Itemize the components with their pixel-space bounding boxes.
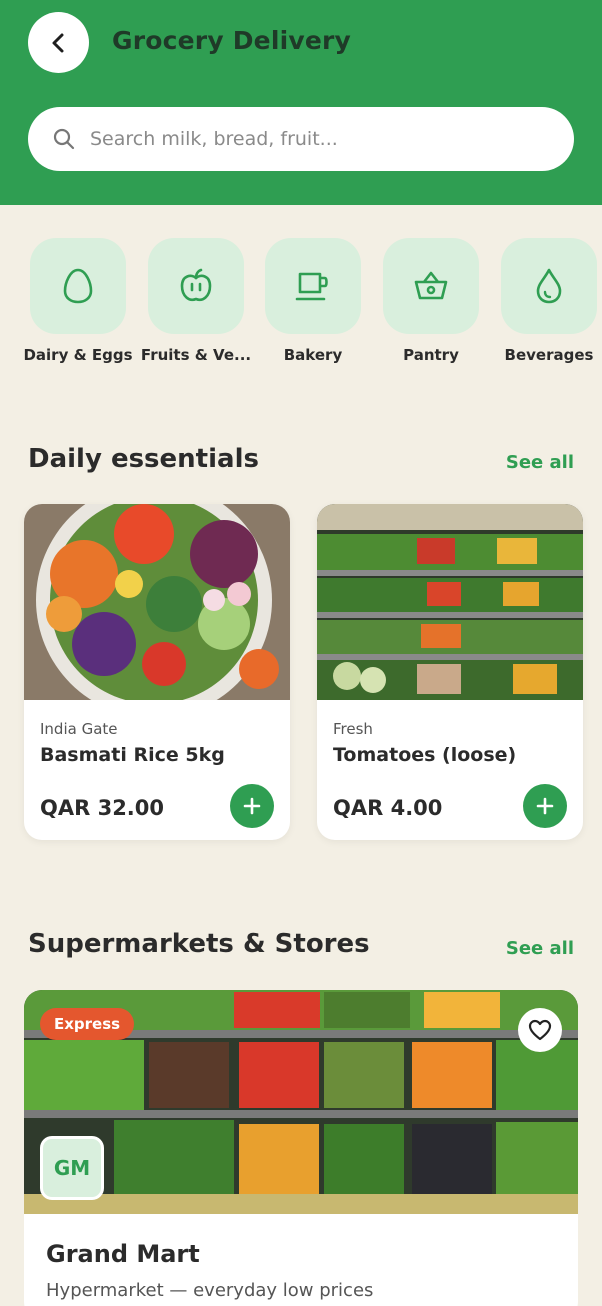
category-tile[interactable] [501,238,597,334]
product-image-salad [24,504,290,700]
search-icon [53,128,75,150]
category-tile[interactable] [148,238,244,334]
page-title: Grocery Delivery [112,26,352,55]
product-name: Basmati Rice 5kg [40,744,225,766]
stores-see-all-link[interactable]: See all [506,938,574,959]
product-price: QAR 4.00 [333,796,443,820]
category-list: Dairy & Eggs Fruits & Ve... Bakery Pantr… [0,238,602,378]
category-tile[interactable] [265,238,361,334]
product-brand: Fresh [333,720,373,738]
chevron-left-icon [52,33,63,52]
category-dairy-eggs[interactable]: Dairy & Eggs [18,238,138,364]
category-bakery[interactable]: Bakery [253,238,373,364]
back-button[interactable] [28,12,89,73]
store-description: Hypermarket — everyday low prices [46,1280,374,1301]
add-to-cart-button[interactable] [523,784,567,828]
category-label: Dairy & Eggs [23,346,133,364]
heart-icon [528,1019,552,1041]
product-card[interactable]: India Gate Basmati Rice 5kg QAR 32.00 [24,504,290,840]
plus-icon [243,797,261,815]
category-pantry[interactable]: Pantry [371,238,491,364]
basket-icon [414,271,448,300]
store-image: Express GM [24,990,578,1214]
category-label: Beverages [504,346,594,364]
add-to-cart-button[interactable] [230,784,274,828]
search-bar[interactable] [28,107,574,171]
category-tile[interactable] [30,238,126,334]
category-tile[interactable] [383,238,479,334]
store-card[interactable]: Express GM Grand Mart Hypermarket — ever… [24,990,578,1306]
favorite-button[interactable] [518,1008,562,1052]
category-beverages[interactable]: Beverages [489,238,602,364]
daily-essentials-see-all-link[interactable]: See all [506,452,574,473]
product-name: Tomatoes (loose) [333,744,517,766]
product-card[interactable]: Fresh Tomatoes (loose) QAR 4.00 [317,504,583,840]
category-label: Pantry [403,346,459,364]
store-logo: GM [40,1136,104,1200]
egg-icon [63,268,93,304]
product-image-produce-shelf [317,504,583,700]
cup-icon [295,272,328,301]
stores-title: Supermarkets & Stores [28,929,370,959]
apple-icon [180,268,212,302]
daily-essentials-title: Daily essentials [28,444,259,474]
product-price: QAR 32.00 [40,796,165,820]
drop-icon [536,268,562,304]
category-fruits-vegetables[interactable]: Fruits & Ve... [136,238,256,364]
search-input[interactable] [90,128,530,150]
plus-icon [536,797,554,815]
express-badge: Express [40,1008,135,1040]
category-label: Bakery [283,346,343,364]
app-header: Grocery Delivery [0,0,602,205]
store-name: Grand Mart [46,1240,200,1268]
product-brand: India Gate [40,720,118,738]
category-label: Fruits & Ve... [140,346,252,364]
